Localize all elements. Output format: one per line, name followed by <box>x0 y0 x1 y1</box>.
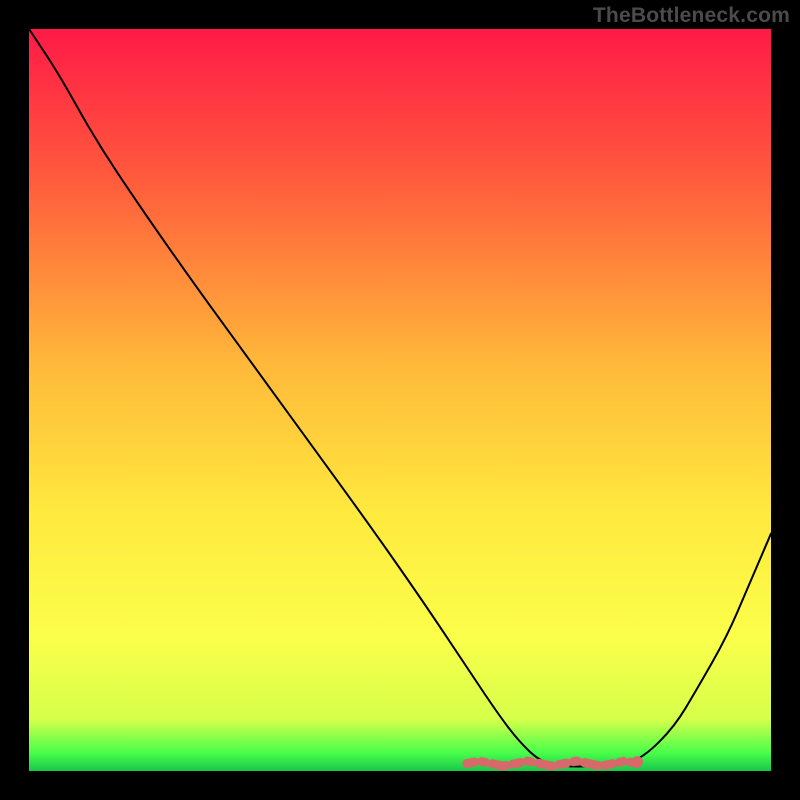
chart-frame: TheBottleneck.com <box>0 0 800 800</box>
gradient-background <box>29 29 771 771</box>
watermark-text: TheBottleneck.com <box>593 4 790 28</box>
ground-marker <box>467 761 638 766</box>
chart-svg <box>29 29 771 771</box>
ground-end-dot <box>632 756 643 767</box>
